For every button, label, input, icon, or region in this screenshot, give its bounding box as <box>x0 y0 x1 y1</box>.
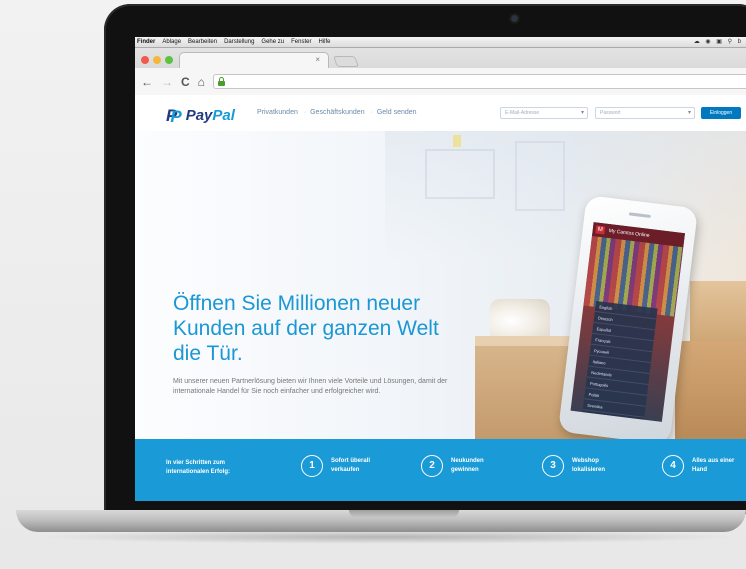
headline-line: Kunden auf der ganzen Welt <box>173 317 439 340</box>
laptop-base <box>16 510 746 532</box>
step-label-line: verkaufen <box>331 467 360 473</box>
paypal-wordmark: PayPal <box>186 107 235 124</box>
steps-intro-line: In vier Schritten zum <box>166 460 226 466</box>
step-label-line: Webshop <box>572 458 599 464</box>
nav-separator: · <box>303 109 307 116</box>
step-number: 3 <box>542 455 564 477</box>
window-controls <box>141 56 173 64</box>
step-label: Alles aus einer Hand <box>692 457 734 475</box>
laptop-base-notch <box>349 510 459 518</box>
steps-intro: In vier Schritten zum internationalen Er… <box>166 459 230 477</box>
password-field[interactable]: Passwort ▾ <box>595 107 695 119</box>
step-2[interactable]: 2 Neukunden gewinnen <box>421 455 484 477</box>
step-4[interactable]: 4 Alles aus einer Hand <box>662 455 734 477</box>
browser-tab[interactable]: × <box>179 52 329 68</box>
laptop-screen: Finder Ablage Bearbeiten Darstellung Geh… <box>135 37 746 501</box>
steps-band: In vier Schritten zum internationalen Er… <box>135 439 746 501</box>
step-label: Neukunden gewinnen <box>451 457 484 475</box>
email-field[interactable]: E-Mail-Adresse ▾ <box>500 107 588 119</box>
step-label-line: Hand <box>692 467 707 473</box>
wordmark-pal: Pal <box>212 106 235 124</box>
step-number: 2 <box>421 455 443 477</box>
reload-icon[interactable]: C <box>181 76 190 88</box>
headline-line: Öffnen Sie Millionen neuer <box>173 292 421 315</box>
background-note <box>453 135 461 147</box>
tab-close-icon[interactable]: × <box>315 55 320 64</box>
address-bar[interactable] <box>212 74 746 89</box>
step-label-line: Alles aus einer <box>692 458 735 464</box>
menu-fenster[interactable]: Fenster <box>291 39 311 45</box>
step-label-line: Neukunden <box>451 458 484 464</box>
hero-headline: Öffnen Sie Millionen neuer Kunden auf de… <box>173 291 473 366</box>
nav-privatkunden[interactable]: Privatkunden <box>257 109 298 116</box>
menubar-status-icons[interactable]: ☁ ◉ ▣ ⚲ b <box>694 38 743 45</box>
nav-separator: · <box>370 109 373 116</box>
phone-app-title: My Camtos Online <box>608 228 650 239</box>
email-placeholder: E-Mail-Adresse <box>505 110 540 116</box>
step-label: Webshop lokalisieren <box>572 457 605 475</box>
paypal-logo-mark-shadow: P <box>170 107 182 126</box>
login-button[interactable]: Einloggen <box>701 107 741 119</box>
site-nav: Privatkunden · Geschäftskunden · Geld se… <box>257 109 419 116</box>
menu-hilfe[interactable]: Hilfe <box>318 39 330 45</box>
menu-finder[interactable]: Finder <box>137 39 155 45</box>
camera-icon <box>511 15 518 22</box>
menu-darstellung[interactable]: Darstellung <box>224 39 254 45</box>
password-dropdown-icon[interactable]: ▾ <box>688 108 691 118</box>
step-label-line: lokalisieren <box>572 467 606 473</box>
minimize-window-icon[interactable] <box>153 56 161 64</box>
cardboard-box-image <box>675 341 746 439</box>
back-arrow-icon[interactable]: ← <box>141 76 153 88</box>
phone-screen: M My Camtos Online English Deutsch Españ… <box>570 222 685 422</box>
hero-subline: Mit unserer neuen Partnerlösung bieten w… <box>173 378 448 395</box>
close-window-icon[interactable] <box>141 56 149 64</box>
step-number: 4 <box>662 455 684 477</box>
headline-line: die Tür. <box>173 342 243 365</box>
step-1[interactable]: 1 Sofort überall verkaufen <box>301 455 370 477</box>
paypal-page: P P PayPal Privatkunden · Geschäftskunde… <box>135 95 746 501</box>
laptop-shadow <box>30 530 746 544</box>
steps-intro-line: internationalen Erfolg: <box>166 469 231 475</box>
lock-icon <box>217 77 225 86</box>
step-number: 1 <box>301 455 323 477</box>
password-placeholder: Passwort <box>600 110 621 116</box>
cardboard-box-image <box>690 281 746 341</box>
paypal-logo[interactable]: P P PayPal <box>166 105 235 126</box>
nav-geld-senden[interactable]: Geld senden <box>377 109 417 116</box>
new-tab-button[interactable] <box>332 56 360 67</box>
browser-chrome: × ← → C ⌂ <box>135 48 746 95</box>
menu-ablage[interactable]: Ablage <box>162 39 181 45</box>
site-header: P P PayPal Privatkunden · Geschäftskunde… <box>135 95 746 131</box>
step-label-line: gewinnen <box>451 467 479 473</box>
browser-toolbar: ← → C ⌂ <box>135 68 746 95</box>
hero-banner: M My Camtos Online English Deutsch Españ… <box>135 131 746 439</box>
os-menubar: Finder Ablage Bearbeiten Darstellung Geh… <box>135 37 746 48</box>
forward-arrow-icon[interactable]: → <box>161 76 173 88</box>
phone-app-logo: M <box>595 225 606 235</box>
phone-language-menu: English Deutsch Español Français Русский… <box>582 300 658 420</box>
phone-speaker <box>628 212 651 218</box>
email-dropdown-icon[interactable]: ▾ <box>581 108 584 118</box>
home-icon[interactable]: ⌂ <box>198 76 205 88</box>
step-label-line: Sofort überall <box>331 458 371 464</box>
laptop-scene: Finder Ablage Bearbeiten Darstellung Geh… <box>0 0 746 569</box>
menu-bearbeiten[interactable]: Bearbeiten <box>188 39 217 45</box>
nav-geschaeftskunden[interactable]: Geschäftskunden <box>310 109 364 116</box>
step-label: Sofort überall verkaufen <box>331 457 370 475</box>
background-frame <box>515 141 565 211</box>
zoom-window-icon[interactable] <box>165 56 173 64</box>
background-frame <box>425 149 495 199</box>
wordmark-pay: Pay <box>185 106 213 124</box>
step-3[interactable]: 3 Webshop lokalisieren <box>542 455 605 477</box>
menu-gehe-zu[interactable]: Gehe zu <box>261 39 284 45</box>
